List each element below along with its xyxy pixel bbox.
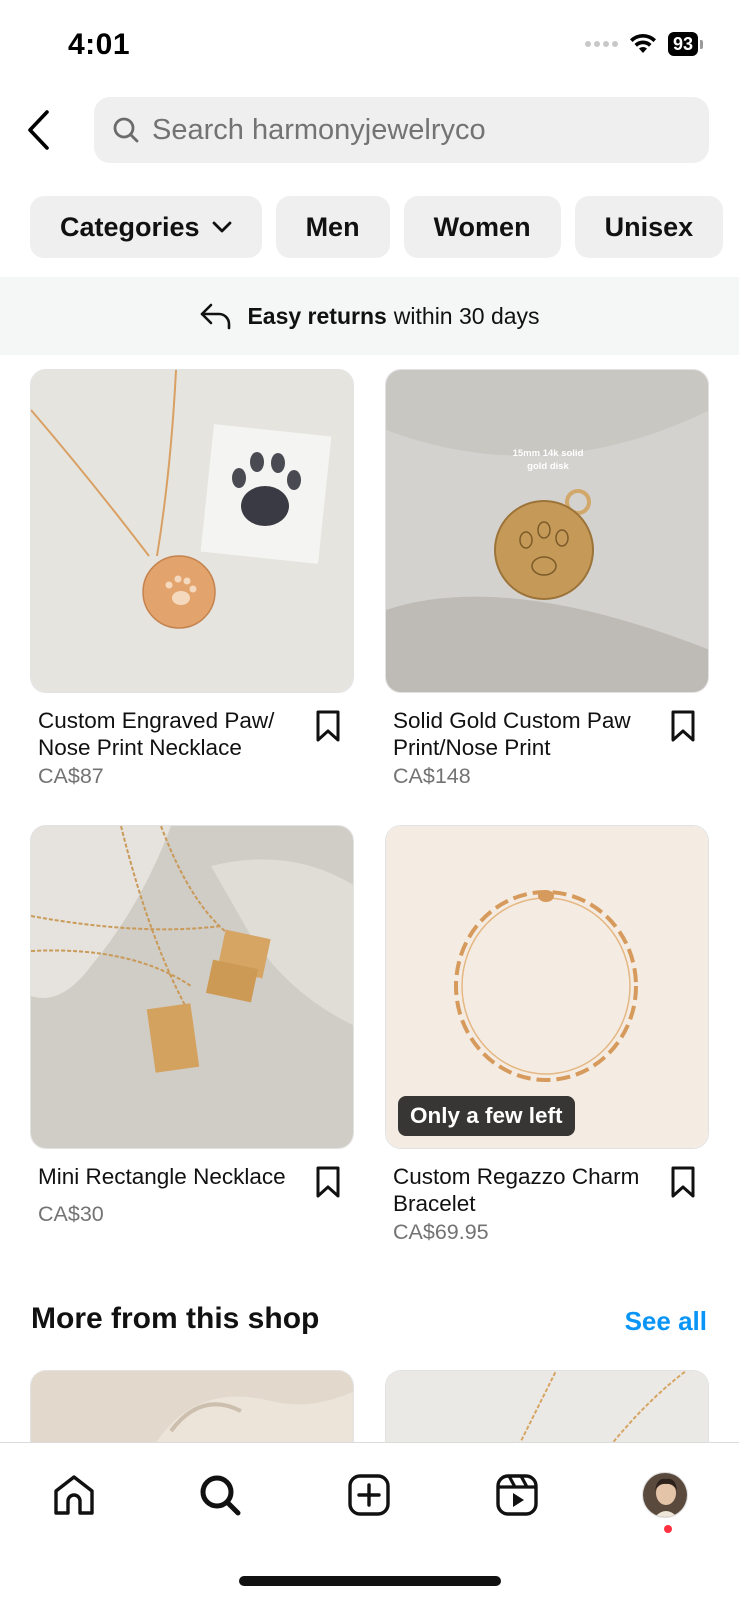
chevron-left-icon [28,110,49,150]
product-card[interactable]: 15mm 14k solid gold disk Solid Gold Cust… [385,369,709,789]
product-image[interactable] [30,369,354,693]
status-bar: 4:01 93 [0,0,739,90]
chip-categories[interactable]: Categories [30,196,262,258]
product-image[interactable] [30,825,354,1149]
back-button[interactable] [18,102,58,158]
product-price: CA$148 [393,764,471,788]
nav-profile[interactable] [635,1465,695,1525]
bookmark-icon[interactable] [312,1165,344,1199]
product-card[interactable]: Mini Rectangle Necklace CA$30 [30,825,354,1227]
return-arrow-icon [201,303,231,330]
chip-men[interactable]: Men [275,196,390,258]
product-title[interactable]: Solid Gold Custom Paw Print/Nose Print [393,707,655,761]
nav-reels[interactable] [487,1465,547,1525]
product-image[interactable]: 15mm 14k solid gold disk [385,369,709,693]
filter-chips: Categories Men Women Unisex [30,196,724,258]
battery-icon: 93 [667,32,703,56]
search-input[interactable] [152,113,692,147]
home-icon [54,1475,94,1515]
product-image[interactable] [30,1370,354,1450]
returns-bold: Easy returns [247,302,387,329]
chip-label: Men [305,211,360,242]
status-icons: 93 [584,32,703,56]
nav-home[interactable] [44,1465,104,1525]
product-title[interactable]: Mini Rectangle Necklace [38,1163,300,1190]
stock-badge: Only a few left [398,1096,575,1136]
section-title: More from this shop [31,1302,320,1335]
returns-text: within 30 days [393,302,540,329]
home-indicator[interactable] [239,1576,501,1586]
product-price: CA$69.95 [393,1220,489,1244]
see-all-link[interactable]: See all [625,1306,707,1337]
product-image[interactable] [385,1370,709,1450]
chevron-down-icon [212,221,231,233]
product-price: CA$87 [38,764,104,788]
product-title[interactable]: Custom Regazzo Charm Bracelet [393,1163,655,1217]
product-card[interactable]: Only a few left Custom Regazzo Charm Bra… [385,825,709,1245]
chip-unisex[interactable]: Unisex [574,196,724,258]
wifi-icon [629,33,656,53]
image-caption: 15mm 14k solid [513,448,584,459]
create-icon [348,1474,390,1516]
chip-label: Unisex [604,211,694,242]
status-time: 4:01 [68,28,131,61]
nav-search[interactable] [190,1465,250,1525]
image-caption: gold disk [527,461,569,472]
chip-women[interactable]: Women [403,196,561,258]
product-price: CA$30 [38,1202,104,1226]
returns-banner: Easy returns within 30 days [0,277,739,355]
avatar [642,1472,688,1518]
chip-label: Categories [60,211,200,242]
notification-dot [664,1525,672,1533]
search-icon [200,1475,241,1516]
product-title[interactable]: Custom Engraved Paw/ Nose Print Necklace [38,707,300,761]
chip-label: Women [433,211,531,242]
search-bar[interactable] [94,97,709,163]
search-icon [113,117,139,143]
bookmark-icon[interactable] [667,709,699,743]
product-card[interactable]: Custom Engraved Paw/ Nose Print Necklace… [30,369,354,789]
product-image[interactable]: Only a few left [385,825,709,1149]
bookmark-icon[interactable] [667,1165,699,1199]
reels-icon [496,1474,538,1516]
bookmark-icon[interactable] [312,709,344,743]
signal-icon [584,41,618,47]
nav-create[interactable] [339,1465,399,1525]
